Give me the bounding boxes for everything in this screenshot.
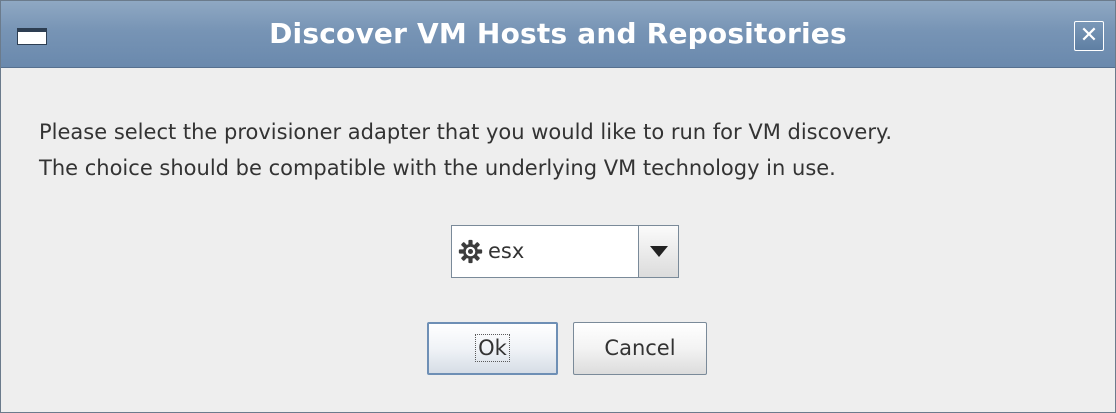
instruction-line-2: The choice should be compatible with the… [39,156,836,180]
gear-icon [458,239,483,264]
cancel-button[interactable]: Cancel [573,322,707,375]
adapter-select-dropdown-button[interactable] [638,226,678,277]
title-bar[interactable]: Discover VM Hosts and Repositories ✕ [1,1,1115,68]
chevron-down-icon [650,246,668,257]
adapter-select-field[interactable]: esx [452,226,638,277]
adapter-select[interactable]: esx [451,225,679,278]
dialog-title: Discover VM Hosts and Repositories [269,17,847,50]
ok-button-label: Ok [475,334,510,362]
close-button[interactable]: ✕ [1074,21,1104,51]
adapter-select-value: esx [488,239,525,263]
close-icon: ✕ [1079,23,1099,48]
dialog-window: Discover VM Hosts and Repositories ✕ Ple… [0,0,1116,413]
instruction-text: Please select the provisioner adapter th… [39,114,892,186]
ok-button[interactable]: Ok [427,322,558,375]
instruction-line-1: Please select the provisioner adapter th… [39,120,893,144]
